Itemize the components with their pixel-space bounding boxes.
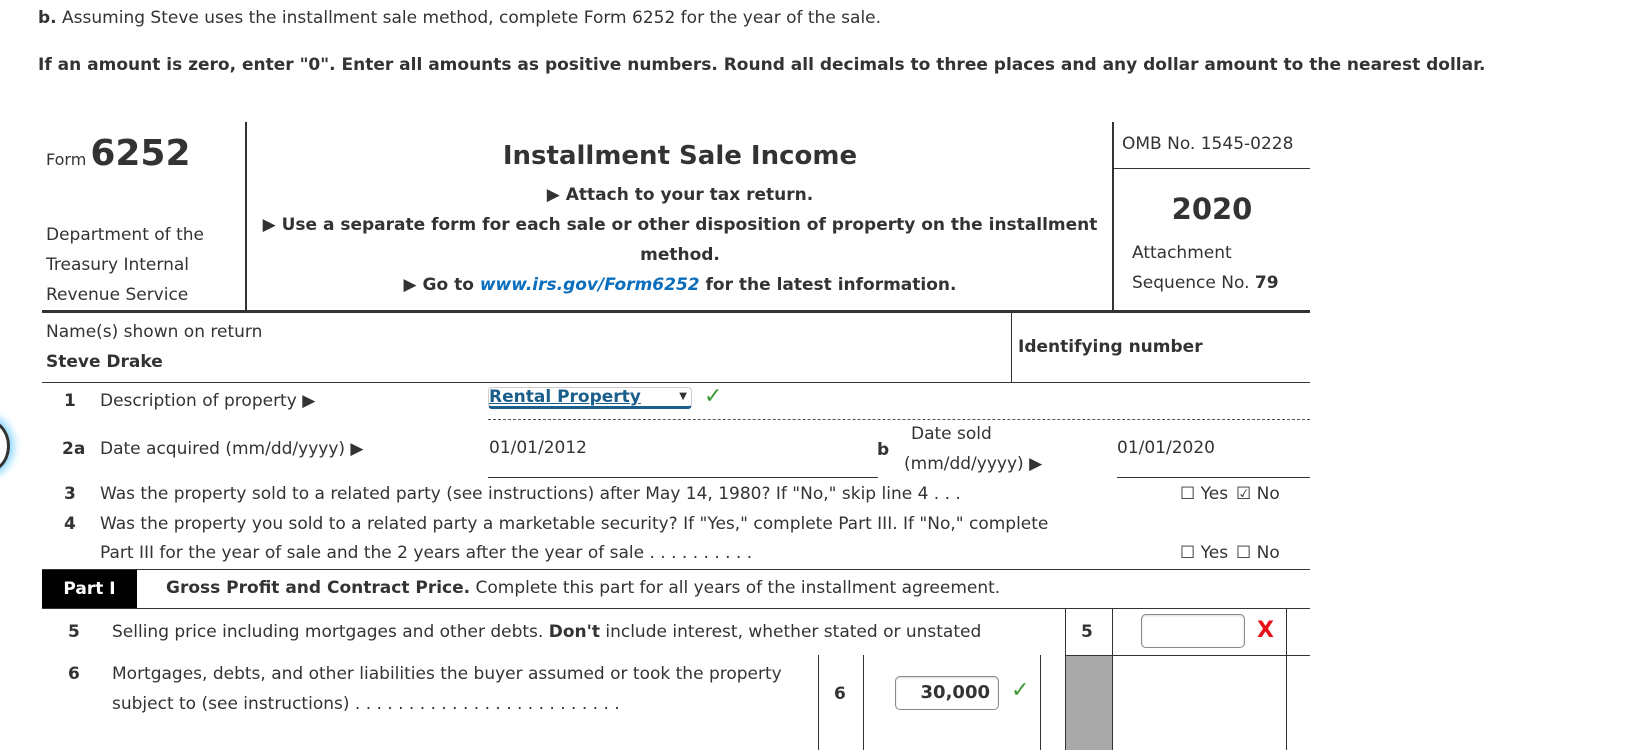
line-2a-number: 2a bbox=[62, 439, 86, 459]
line-5-text-rest: include interest, whether stated or unst… bbox=[599, 622, 982, 642]
department-line: Department of the bbox=[46, 225, 204, 245]
date-sold-rule bbox=[1117, 477, 1310, 478]
part-label: b. bbox=[38, 8, 57, 28]
part-1-header-rule bbox=[42, 608, 1310, 609]
line-3-number: 3 bbox=[64, 484, 76, 504]
sequence-label: Sequence No. bbox=[1132, 273, 1255, 293]
omb-divider bbox=[1114, 168, 1310, 169]
line-4-question: Was the property you sold to a related p… bbox=[100, 514, 1049, 534]
date-acquired-value[interactable]: 01/01/2012 bbox=[489, 438, 587, 458]
goto-prefix: ▶ Go to bbox=[403, 275, 480, 295]
line-4-bottom-rule bbox=[42, 569, 1310, 570]
date-sold-format: (mm/dd/yyyy) ▶ bbox=[904, 454, 1043, 474]
line-4-yes-checkbox[interactable]: ☐ Yes bbox=[1180, 543, 1228, 563]
liabilities-assumed-input[interactable]: 30,000 bbox=[895, 676, 999, 710]
line-6-box-number: 6 bbox=[834, 684, 846, 704]
irs-link[interactable]: www.irs.gov/Form6252 bbox=[480, 275, 700, 295]
date-acquired-rule bbox=[488, 477, 878, 478]
line-5-number: 5 bbox=[68, 622, 80, 642]
line-5-label: Selling price including mortgages and ot… bbox=[112, 622, 981, 642]
separate-form-instruction: ▶ Use a separate form for each sale or o… bbox=[262, 215, 1098, 235]
line-1-number: 1 bbox=[64, 391, 76, 411]
taxpayer-name: Steve Drake bbox=[46, 352, 163, 372]
goto-suffix: for the latest information. bbox=[699, 275, 957, 295]
line-1-dotted-rule bbox=[488, 419, 1310, 420]
date-sold-label: Date sold bbox=[911, 424, 992, 444]
incorrect-x-icon: X bbox=[1257, 618, 1274, 643]
attachment-label: Attachment bbox=[1132, 243, 1232, 263]
line-4-number: 4 bbox=[64, 514, 76, 534]
department-line: Treasury Internal bbox=[46, 255, 189, 275]
sequence-number: 79 bbox=[1254, 273, 1279, 293]
check-icon: ✓ bbox=[704, 384, 723, 409]
part-1-label: Part I bbox=[42, 570, 137, 608]
part-1-title: Gross Profit and Contract Price. Complet… bbox=[166, 578, 1000, 598]
rounding-instructions: If an amount is zero, enter "0". Enter a… bbox=[38, 55, 1486, 75]
line-6-col-mid bbox=[863, 655, 864, 750]
attach-instruction: ▶ Attach to your tax return. bbox=[546, 185, 814, 205]
form-id: Form 6252 bbox=[46, 133, 191, 174]
check-icon: ✓ bbox=[1011, 678, 1030, 703]
line-4-no-checkbox[interactable]: ☐ No bbox=[1236, 543, 1280, 563]
separate-form-instruction-cont: method. bbox=[640, 245, 720, 265]
part-1-title-rest: Complete this part for all years of the … bbox=[470, 578, 1001, 598]
header-divider-left bbox=[245, 122, 247, 312]
attachment-sequence: Attachment Sequence No. 79 bbox=[1132, 238, 1279, 298]
department-line: Revenue Service bbox=[46, 285, 189, 305]
line-5-text: Selling price including mortgages and ot… bbox=[112, 622, 549, 642]
question-text: b. Assuming Steve uses the installment s… bbox=[38, 8, 881, 28]
header-bottom-rule bbox=[42, 310, 1310, 313]
property-description-value: Rental Property bbox=[489, 387, 641, 407]
line-5-emphasis: Don't bbox=[548, 622, 600, 642]
date-sold-value[interactable]: 01/01/2020 bbox=[1117, 438, 1215, 458]
value-col-right bbox=[1286, 608, 1287, 750]
part-1-title-bold: Gross Profit and Contract Price. bbox=[166, 578, 471, 598]
identifying-number-label: Identifying number bbox=[1018, 337, 1203, 357]
focus-indicator-icon bbox=[0, 418, 10, 474]
tax-year: 2020 bbox=[1171, 192, 1253, 226]
line-2a-label: Date acquired (mm/dd/yyyy) ▶ bbox=[100, 439, 364, 459]
line-6-label: Mortgages, debts, and other liabilities … bbox=[112, 664, 782, 684]
line-1-label: Description of property ▶ bbox=[100, 391, 316, 411]
line-6-label-cont: subject to (see instructions) . . . . . … bbox=[112, 694, 620, 714]
line-3-no-checkbox[interactable]: ☑ No bbox=[1236, 484, 1280, 504]
line-2b-number: b bbox=[877, 440, 890, 460]
selling-price-input[interactable] bbox=[1141, 614, 1245, 648]
form-number: 6252 bbox=[90, 133, 191, 174]
form-word: Form bbox=[46, 150, 87, 169]
name-id-divider bbox=[1011, 313, 1012, 383]
line-6-col-left bbox=[818, 655, 819, 750]
line-6-col-right bbox=[1040, 655, 1041, 750]
goto-instruction: ▶ Go to www.irs.gov/Form6252 for the lat… bbox=[248, 270, 1112, 300]
line-3-question: Was the property sold to a related party… bbox=[100, 484, 961, 504]
shaded-cell bbox=[1066, 656, 1112, 750]
line-5-box-number: 5 bbox=[1081, 622, 1093, 642]
chevron-down-icon: ▼ bbox=[679, 391, 687, 402]
omb-number: OMB No. 1545-0228 bbox=[1122, 134, 1294, 154]
question-body: Assuming Steve uses the installment sale… bbox=[56, 8, 882, 28]
line-6-number: 6 bbox=[68, 664, 80, 684]
property-description-select[interactable]: Rental Property ▼ bbox=[488, 387, 692, 409]
line-4-question-cont: Part III for the year of sale and the 2 … bbox=[100, 543, 753, 563]
form-title: Installment Sale Income bbox=[502, 141, 858, 171]
department-name: Department of the Treasury Internal Reve… bbox=[46, 220, 236, 310]
name-row-bottom-rule bbox=[42, 382, 1310, 383]
box-col-right bbox=[1112, 608, 1113, 750]
name-label: Name(s) shown on return bbox=[46, 322, 263, 342]
line-3-yes-checkbox[interactable]: ☐ Yes bbox=[1180, 484, 1228, 504]
